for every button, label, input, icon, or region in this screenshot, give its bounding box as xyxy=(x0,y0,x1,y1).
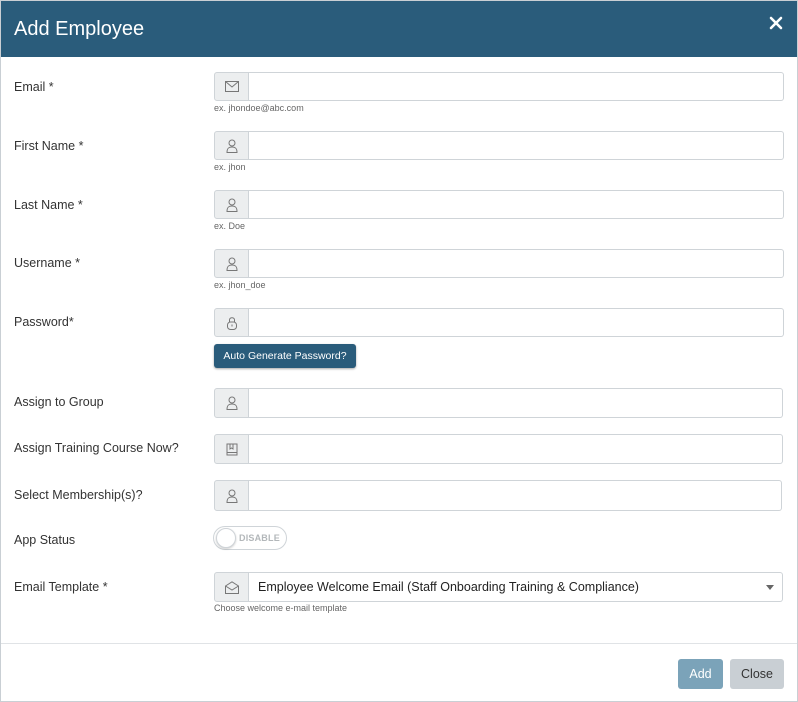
toggle-state-text: DISABLE xyxy=(239,533,280,543)
membership-label: Select Membership(s)? xyxy=(14,488,143,502)
envelope-icon xyxy=(214,72,249,101)
lock-icon xyxy=(214,308,249,337)
training-label: Assign Training Course Now? xyxy=(14,441,179,455)
username-hint: ex. jhon_doe xyxy=(214,280,266,290)
app-status-label: App Status xyxy=(14,533,76,547)
modal-title: Add Employee xyxy=(14,18,145,40)
first-name-hint: ex. jhon xyxy=(214,162,246,172)
user-icon xyxy=(214,480,249,511)
username-label: Username * xyxy=(14,256,80,270)
training-course-input[interactable] xyxy=(249,434,783,464)
user-icon xyxy=(214,249,249,278)
modal-header: Add Employee xyxy=(1,1,797,57)
last-name-hint: ex. Doe xyxy=(214,221,246,231)
last-name-label: Last Name * xyxy=(14,198,83,212)
group-label: Assign to Group xyxy=(14,395,104,409)
user-icon xyxy=(214,131,249,160)
book-icon xyxy=(214,434,249,464)
user-icon xyxy=(214,388,249,418)
email-template-select[interactable]: Employee Welcome Email (Staff Onboarding… xyxy=(249,572,783,602)
envelope-open-icon xyxy=(214,572,249,602)
first-name-input[interactable] xyxy=(249,131,784,160)
email-template-label: Email Template * xyxy=(14,580,108,594)
close-icon[interactable] xyxy=(769,16,783,30)
username-input[interactable] xyxy=(249,249,784,278)
last-name-input[interactable] xyxy=(249,190,784,219)
password-input[interactable] xyxy=(249,308,784,337)
email-label: Email * xyxy=(14,80,54,94)
user-icon xyxy=(214,190,249,219)
app-status-toggle[interactable]: DISABLE xyxy=(213,526,287,550)
footer-divider xyxy=(1,643,797,644)
email-hint: ex. jhondoe@abc.com xyxy=(214,103,304,113)
chevron-down-icon xyxy=(766,585,774,590)
add-employee-modal: Add Employee Email * ex. jhondoe@abc.com… xyxy=(0,0,798,702)
group-input[interactable] xyxy=(249,388,783,418)
email-input[interactable] xyxy=(249,72,784,101)
auto-generate-password-button[interactable]: Auto Generate Password? xyxy=(214,344,356,368)
email-template-selected: Employee Welcome Email (Staff Onboarding… xyxy=(258,580,639,594)
first-name-label: First Name * xyxy=(14,139,84,153)
add-button[interactable]: Add xyxy=(678,659,723,689)
toggle-knob xyxy=(216,528,236,548)
password-label: Password* xyxy=(14,315,74,329)
close-button[interactable]: Close xyxy=(730,659,784,689)
email-template-hint: Choose welcome e-mail template xyxy=(214,603,348,613)
membership-input[interactable] xyxy=(249,480,782,511)
